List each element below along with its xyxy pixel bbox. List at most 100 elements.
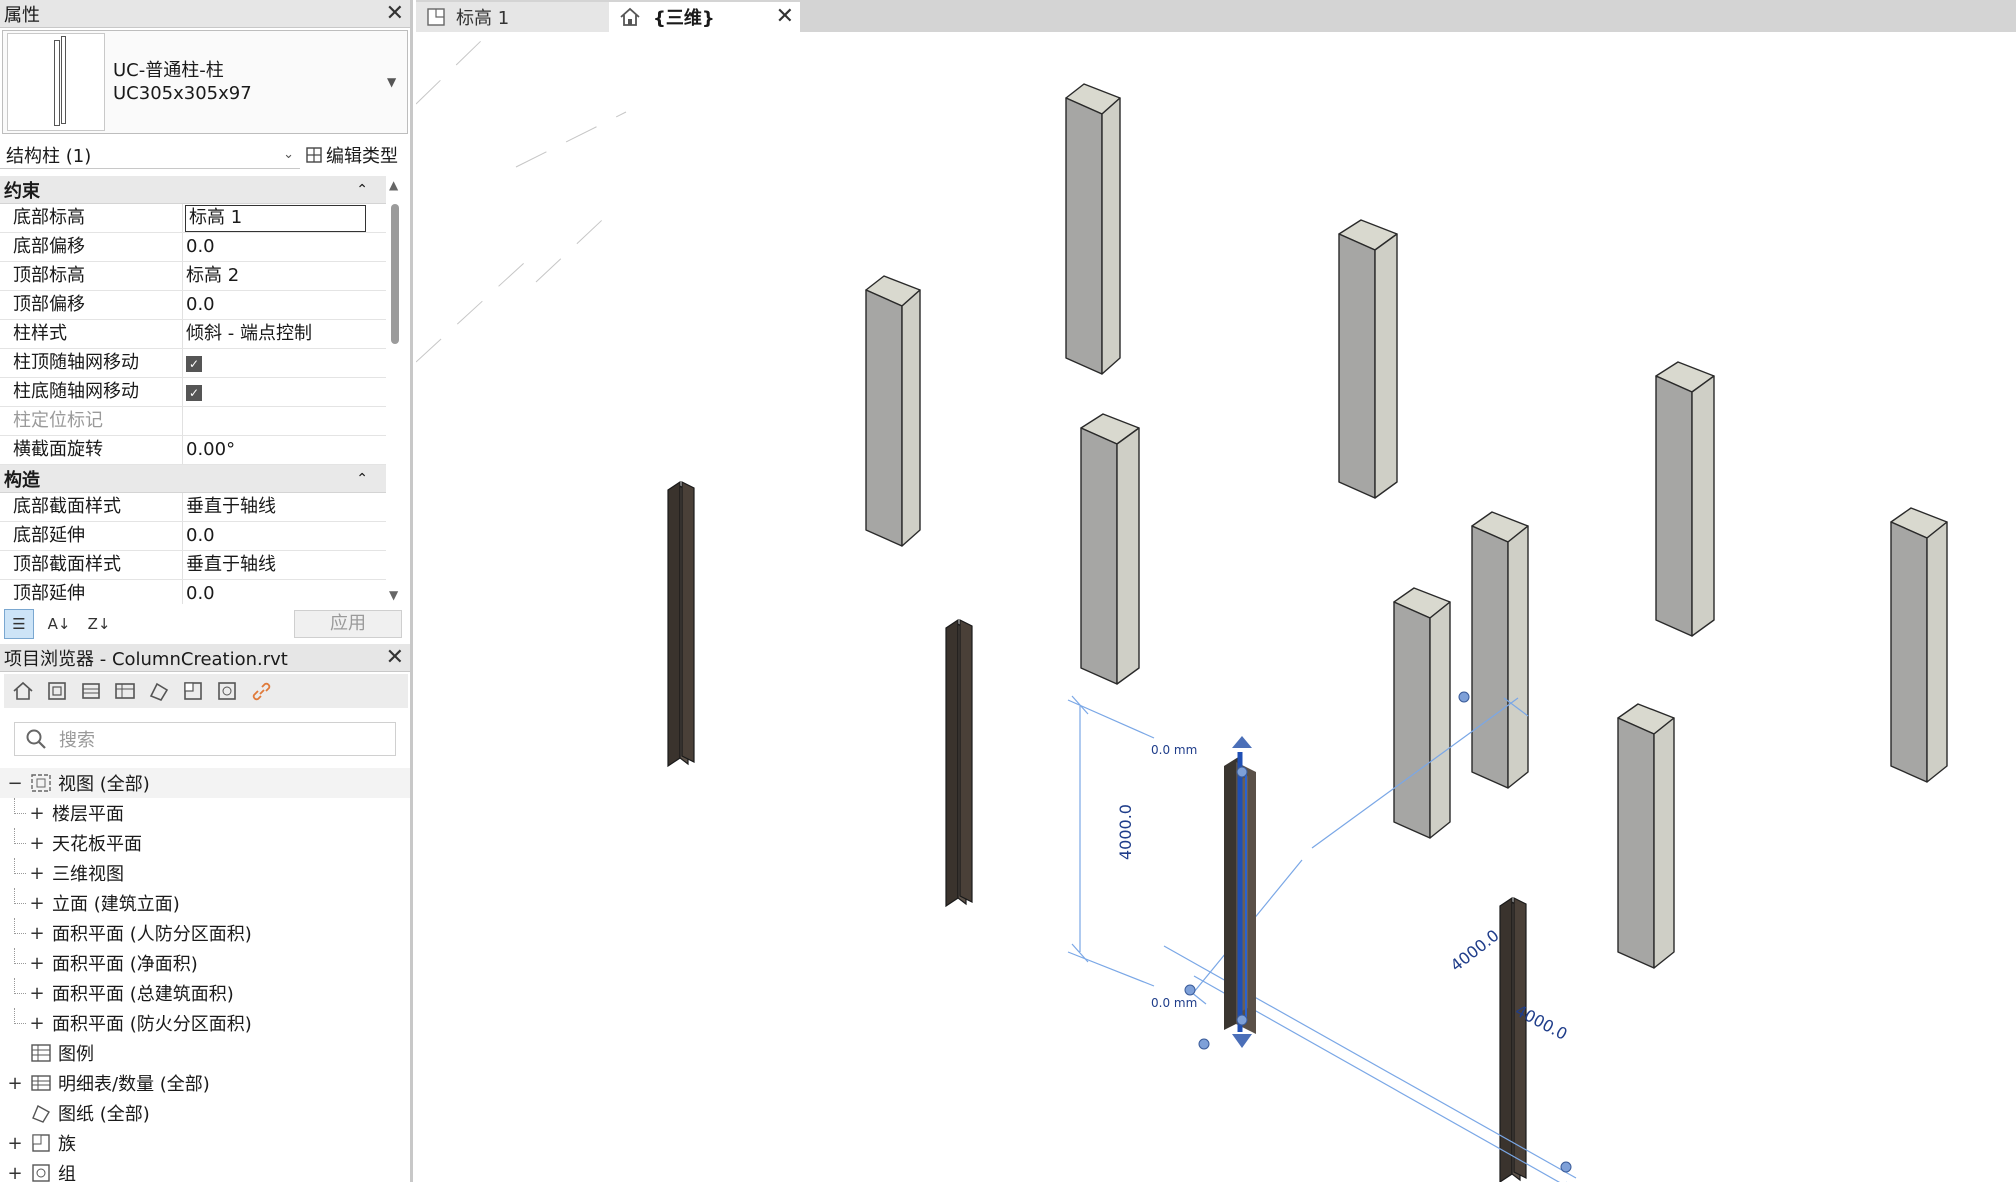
sort-descending-icon[interactable]: Z↓ — [84, 609, 114, 639]
property-value[interactable]: ✓ — [183, 378, 386, 406]
height-dimension-text[interactable]: 4000.0 — [1116, 804, 1135, 860]
checkbox[interactable]: ✓ — [186, 356, 202, 372]
property-group-header[interactable]: 构造 ⌃ — [0, 465, 386, 493]
search-input[interactable]: 搜索 — [59, 726, 95, 752]
expand-icon[interactable]: + — [28, 893, 46, 914]
concrete-column[interactable] — [1655, 361, 1715, 637]
concrete-column[interactable] — [865, 275, 921, 547]
instance-filter-dropdown[interactable]: 结构柱 (1) ⌄ — [0, 141, 300, 169]
project-browser-search[interactable]: 搜索 — [14, 722, 396, 756]
tree-item[interactable]: + 天花板平面 — [0, 828, 410, 858]
concrete-column[interactable] — [1617, 703, 1675, 969]
collapse-icon[interactable]: − — [6, 773, 24, 794]
group-by-category-icon[interactable]: ☰ — [4, 609, 34, 639]
expand-icon[interactable]: + — [28, 863, 46, 884]
steel-column[interactable] — [945, 618, 973, 908]
property-value[interactable]: 0.0 — [183, 291, 386, 319]
plan-view-icon — [427, 8, 445, 26]
expand-icon[interactable]: + — [6, 1073, 24, 1094]
concrete-column[interactable] — [1393, 587, 1451, 839]
tab-level-1[interactable]: 标高 1 — [416, 2, 612, 32]
collapse-icon[interactable]: ⌃ — [356, 471, 368, 487]
tree-item[interactable]: + 面积平面 (防火分区面积) — [0, 1008, 410, 1038]
collapse-icon[interactable]: ⌃ — [356, 182, 368, 198]
type-name: UC-普通柱-柱 UC305x305x97 — [113, 59, 387, 105]
tab-3d-view[interactable]: {三维} ✕ — [609, 2, 800, 32]
property-value[interactable]: 标高 1 — [185, 205, 366, 232]
concrete-column[interactable] — [1890, 507, 1948, 783]
sheets-filter-icon[interactable] — [146, 678, 172, 704]
diagonal-dimension-text-a[interactable]: 4000.0 — [1447, 926, 1503, 975]
concrete-column[interactable] — [1065, 83, 1121, 375]
property-value[interactable]: 垂直于轴线 — [183, 493, 386, 521]
tree-item[interactable]: + 三维视图 — [0, 858, 410, 888]
expand-icon[interactable]: + — [6, 1133, 24, 1154]
tree-item[interactable]: + 楼层平面 — [0, 798, 410, 828]
property-value[interactable]: ✓ — [183, 349, 386, 377]
tree-item[interactable]: + 面积平面 (人防分区面积) — [0, 918, 410, 948]
scroll-down-icon[interactable]: ▼ — [389, 588, 398, 602]
schedules-filter-icon[interactable] — [112, 678, 138, 704]
expand-icon[interactable]: + — [28, 923, 46, 944]
properties-grid: 约束 ⌃ 底部标高 标高 1 底部偏移 0.0 顶部标高 标高 2 顶部偏移 0.0 柱样式 倾斜 -… — [0, 176, 410, 604]
property-value[interactable]: 0.00° — [183, 436, 386, 464]
close-icon[interactable]: ✕ — [386, 2, 404, 25]
property-value[interactable]: 0.0 — [183, 580, 386, 604]
tree-item[interactable]: + 族 — [0, 1128, 410, 1158]
tree-item[interactable]: + 面积平面 (总建筑面积) — [0, 978, 410, 1008]
arrow-down-grip[interactable] — [1232, 1034, 1252, 1048]
property-value[interactable]: 0.0 — [183, 522, 386, 550]
revit-links-icon[interactable] — [248, 678, 274, 704]
chevron-down-icon[interactable]: ▼ — [387, 75, 407, 89]
steel-column[interactable] — [1499, 896, 1527, 1182]
property-value[interactable]: 垂直于轴线 — [183, 551, 386, 579]
property-name: 底部截面样式 — [0, 493, 183, 521]
apply-button[interactable]: 应用 — [294, 610, 402, 638]
legends-filter-icon[interactable] — [78, 678, 104, 704]
concrete-column[interactable] — [1471, 511, 1529, 789]
property-value[interactable]: 标高 2 — [183, 262, 386, 290]
edit-type-button[interactable]: 编辑类型 — [306, 142, 398, 168]
concrete-column[interactable] — [1338, 219, 1398, 499]
type-selector[interactable]: UC-普通柱-柱 UC305x305x97 ▼ — [2, 30, 408, 134]
expand-icon[interactable]: + — [28, 953, 46, 974]
selected-steel-column[interactable] — [1224, 736, 1256, 1048]
temp-offset-bottom-text[interactable]: 0.0 mm — [1151, 996, 1197, 1010]
3d-viewport[interactable]: 4000.0 4000.0 4000.0 0.0 mm 0.0 mm — [416, 32, 2016, 1182]
groups-filter-icon[interactable] — [214, 678, 240, 704]
close-icon[interactable]: ✕ — [776, 6, 794, 28]
arrow-up-grip[interactable] — [1232, 736, 1252, 748]
expand-icon[interactable]: + — [28, 983, 46, 1004]
home-icon[interactable] — [10, 678, 36, 704]
concrete-column[interactable] — [1080, 413, 1140, 685]
property-group-header[interactable]: 约束 ⌃ — [0, 176, 386, 204]
expand-icon[interactable]: + — [28, 803, 46, 824]
scrollbar-thumb[interactable] — [391, 204, 399, 344]
tree-item[interactable]: 图纸 (全部) — [0, 1098, 410, 1128]
left-panel: 属性 ✕ UC-普通柱-柱 UC305x305x97 ▼ 结构柱 (1) ⌄ 编… — [0, 0, 413, 1185]
tree-item[interactable]: − 视图 (全部) — [0, 768, 410, 798]
tree-item[interactable]: + 立面 (建筑立面) — [0, 888, 410, 918]
property-row: 柱定位标记 — [0, 407, 386, 436]
tree-item[interactable]: + 明细表/数量 (全部) — [0, 1068, 410, 1098]
expand-icon[interactable]: + — [28, 1013, 46, 1034]
model-canvas[interactable]: 4000.0 4000.0 4000.0 0.0 mm 0.0 mm — [416, 32, 2016, 1182]
expand-icon[interactable]: + — [28, 833, 46, 854]
views-filter-icon[interactable] — [44, 678, 70, 704]
scroll-up-icon[interactable]: ▲ — [389, 178, 398, 192]
families-filter-icon[interactable] — [180, 678, 206, 704]
steel-column[interactable] — [667, 480, 695, 768]
expand-icon[interactable]: + — [6, 1163, 24, 1184]
tree-item[interactable]: + 组 — [0, 1158, 410, 1188]
checkbox[interactable]: ✓ — [186, 385, 202, 401]
tree-item[interactable]: + 面积平面 (净面积) — [0, 948, 410, 978]
property-value[interactable]: 0.0 — [183, 233, 386, 261]
property-value[interactable]: 倾斜 - 端点控制 — [183, 320, 386, 348]
properties-scrollbar[interactable]: ▲ ▼ — [386, 176, 404, 604]
close-icon[interactable]: ✕ — [386, 646, 404, 669]
sort-ascending-icon[interactable]: A↓ — [44, 609, 74, 639]
property-row: 横截面旋转 0.00° — [0, 436, 386, 465]
tree-item-label: 视图 (全部) — [58, 774, 150, 795]
tree-item[interactable]: 图例 — [0, 1038, 410, 1068]
temp-offset-top-text[interactable]: 0.0 mm — [1151, 743, 1197, 757]
